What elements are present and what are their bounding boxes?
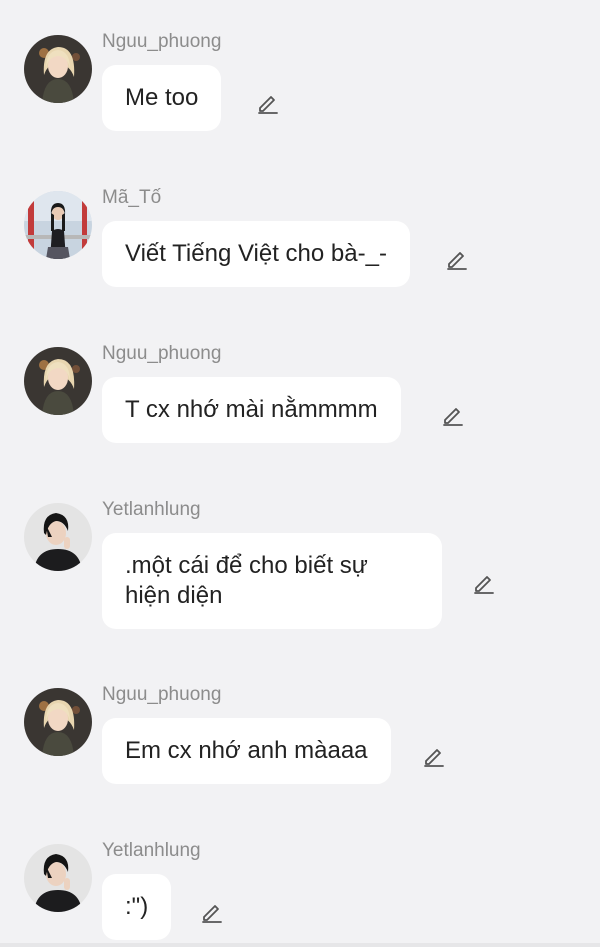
edit-icon[interactable]: [422, 744, 446, 768]
avatar[interactable]: [24, 688, 92, 756]
message-bubble: Me too: [102, 65, 222, 131]
edit-icon[interactable]: [200, 900, 224, 924]
chat-thread: Nguu_phuong Me too Mã_Tố Viết Tiếng Việt…: [0, 0, 600, 947]
avatar[interactable]: [24, 35, 92, 103]
message-bubble: Viết Tiếng Việt cho bà-_-: [102, 221, 410, 287]
message-bubble: .một cái để cho biết sự hiện diện: [102, 533, 442, 629]
username: Nguu_phuong: [102, 31, 222, 52]
avatar[interactable]: [24, 844, 92, 912]
bottom-divider: [0, 943, 600, 947]
avatar[interactable]: [24, 191, 92, 259]
message-bubble: :"): [102, 874, 172, 940]
username: Mã_Tố: [102, 187, 162, 208]
edit-icon[interactable]: [472, 571, 496, 595]
edit-icon[interactable]: [445, 247, 469, 271]
username: Yetlanhlung: [102, 840, 201, 861]
edit-icon[interactable]: [441, 403, 465, 427]
username: Yetlanhlung: [102, 499, 201, 520]
username: Nguu_phuong: [102, 684, 222, 705]
message-bubble: T cx nhớ mài nằmmmm: [102, 377, 401, 443]
avatar[interactable]: [24, 347, 92, 415]
avatar[interactable]: [24, 503, 92, 571]
message-bubble: Em cx nhớ anh màaaa: [102, 718, 391, 784]
username: Nguu_phuong: [102, 343, 222, 364]
edit-icon[interactable]: [256, 91, 280, 115]
